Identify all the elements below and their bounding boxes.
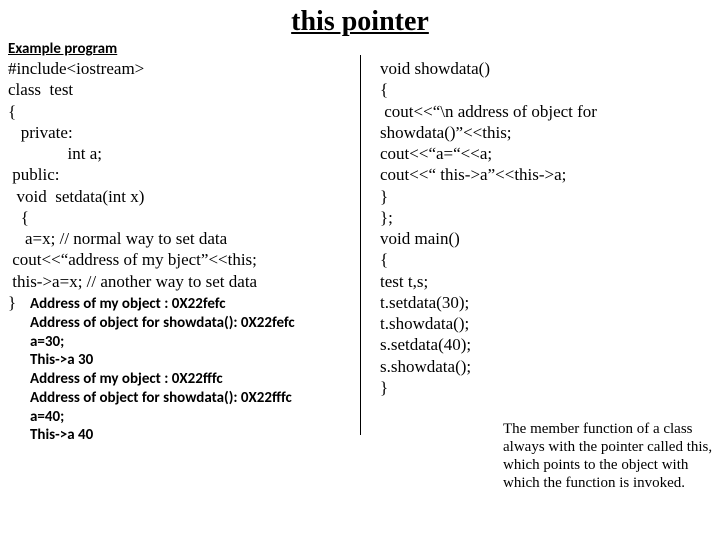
left-code-block: #include<iostream> class test { private:…: [8, 58, 360, 313]
content-columns: #include<iostream> class test { private:…: [0, 58, 720, 445]
left-column: #include<iostream> class test { private:…: [0, 58, 360, 445]
program-output: Address of my object : 0X22fefc Address …: [8, 295, 360, 445]
slide-title: this pointer: [0, 0, 720, 40]
explanatory-note: The member function of a class always wi…: [503, 420, 715, 492]
right-code-block: void showdata() { cout<<“\n address of o…: [380, 58, 720, 398]
right-column: void showdata() { cout<<“\n address of o…: [360, 58, 720, 445]
